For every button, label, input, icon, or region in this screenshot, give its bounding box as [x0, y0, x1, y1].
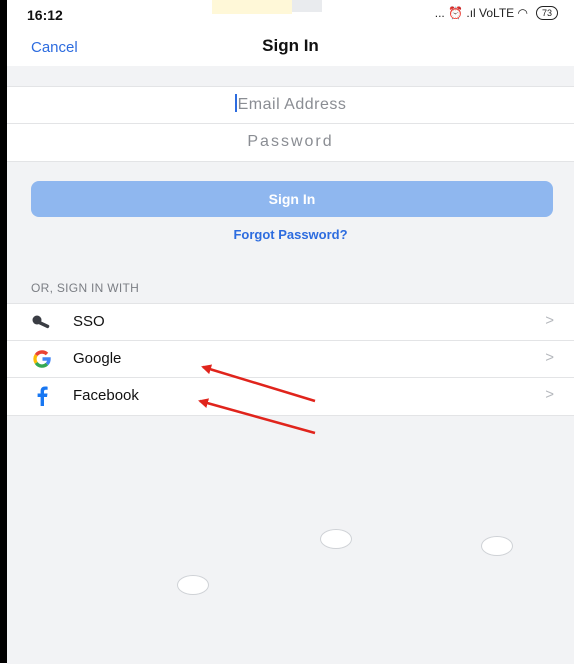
nav-bar: Cancel Sign In — [7, 32, 574, 66]
chevron-right-icon: > — [545, 349, 554, 366]
facebook-option[interactable]: Facebook > — [7, 377, 574, 414]
google-option[interactable]: Google > — [7, 340, 574, 377]
battery-icon: 73 — [535, 6, 558, 20]
sso-option-label: SSO — [73, 313, 105, 330]
status-time: 16:12 — [27, 7, 63, 23]
status-bar-highlight — [212, 0, 292, 14]
alt-signin-section-label: OR, SIGN IN WITH — [31, 281, 140, 295]
google-icon — [31, 349, 53, 369]
chevron-right-icon: > — [545, 386, 554, 403]
touch-marker — [177, 575, 209, 595]
email-placeholder: Email Address — [237, 96, 347, 113]
status-indicators: ... ⏰ .ıl VoLTE ◠ — [434, 6, 528, 20]
facebook-option-label: Facebook — [73, 387, 139, 404]
password-placeholder: Password — [247, 133, 334, 150]
status-bar: 16:12 ... ⏰ .ıl VoLTE ◠ 73 — [7, 0, 574, 32]
text-cursor — [234, 94, 237, 113]
status-icons: ... ⏰ .ıl VoLTE ◠ 73 — [435, 6, 558, 20]
status-bar-overlay — [292, 0, 322, 12]
sign-in-button[interactable]: Sign In — [31, 181, 553, 217]
chevron-right-icon: > — [545, 312, 554, 329]
email-field-content: Email Address — [7, 94, 574, 114]
sso-option[interactable]: SSO > — [7, 303, 574, 340]
empty-area — [7, 415, 574, 664]
google-option-label: Google — [73, 350, 122, 367]
facebook-icon — [31, 386, 53, 406]
forgot-password-link[interactable]: Forgot Password? — [7, 227, 574, 242]
sign-in-screen: 16:12 ... ⏰ .ıl VoLTE ◠ 73 Cancel Sign I… — [7, 0, 574, 664]
password-field[interactable]: Password — [7, 123, 574, 161]
section-separator — [7, 66, 574, 86]
key-icon — [31, 312, 53, 332]
left-frame-border — [0, 0, 7, 663]
touch-marker — [320, 529, 352, 549]
page-title: Sign In — [262, 36, 319, 55]
email-field[interactable]: Email Address — [7, 86, 574, 124]
touch-marker — [481, 536, 513, 556]
